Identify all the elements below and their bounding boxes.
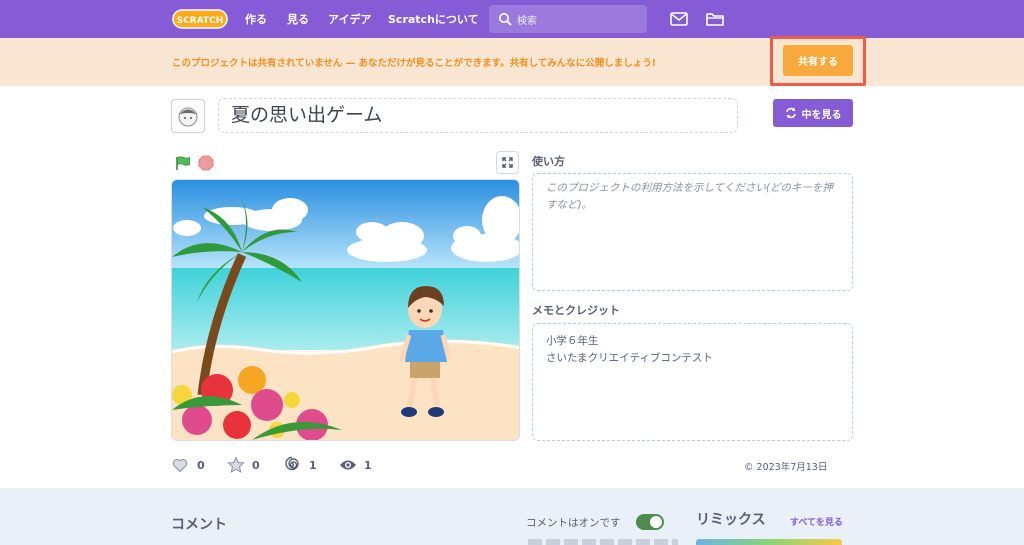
search-placeholder: 検索: [517, 16, 537, 27]
nav-explore[interactable]: 見る: [287, 11, 309, 27]
remix-icon: [785, 107, 796, 119]
notes-label: メモとクレジット: [532, 304, 620, 317]
instructions-placeholder: このプロジェクトの利用方法を示してください(どのキーを押すなど)。: [546, 182, 833, 211]
folder-icon[interactable]: [705, 10, 725, 28]
heart-icon[interactable]: [171, 456, 189, 474]
stop-icon[interactable]: [198, 155, 214, 171]
top-navbar: SCRATCH 作る 見る アイデア Scratchについて 検索: [0, 0, 1024, 38]
eye-icon: [340, 460, 356, 470]
comments-title: コメント: [171, 517, 227, 533]
copyright-icon: ©: [744, 462, 754, 473]
banner-message: このプロジェクトは共有されていません — あなただけが見ることができます。共有し…: [172, 58, 657, 69]
avatar-face-icon: [178, 107, 198, 127]
notes-line: 小学６年生: [546, 335, 599, 347]
svg-text:SCRATCH: SCRATCH: [177, 16, 224, 26]
not-shared-banner: このプロジェクトは共有されていません — あなただけが見ることができます。共有し…: [0, 38, 1024, 86]
comments-section: [0, 488, 1024, 545]
see-inside-label: 中を見る: [801, 109, 842, 121]
nav-about[interactable]: Scratchについて: [388, 11, 479, 27]
share-button[interactable]: 共有する: [783, 45, 853, 76]
avatar[interactable]: [171, 99, 205, 133]
fullscreen-button[interactable]: [496, 151, 519, 174]
project-date: © 2023年7月13日: [744, 459, 827, 473]
search-icon: [499, 13, 512, 26]
spiral-icon: [285, 456, 299, 471]
nav-create[interactable]: 作る: [245, 11, 267, 27]
favorites-count: 0: [252, 459, 260, 472]
instructions-label: 使い方: [532, 155, 565, 168]
remix-thumbnail-cutoff[interactable]: [696, 539, 842, 545]
notes-line: さいたまクリエイティブコンテスト: [546, 352, 713, 364]
see-inside-button[interactable]: 中を見る: [773, 99, 853, 127]
mail-icon[interactable]: [669, 10, 689, 28]
comment-text-cutoff: [528, 539, 678, 545]
views-count: 1: [364, 459, 372, 472]
remixes-count: 1: [309, 459, 317, 472]
star-icon[interactable]: [227, 456, 245, 474]
instructions-textarea[interactable]: このプロジェクトの利用方法を示してください(どのキーを押すなど)。: [532, 173, 853, 291]
see-all-remixes-link[interactable]: すべてを見る: [790, 515, 843, 528]
project-title-input[interactable]: 夏の思い出ゲーム: [218, 98, 738, 133]
fullscreen-icon: [502, 157, 513, 168]
green-flag-icon[interactable]: [174, 155, 190, 171]
toggle-knob: [650, 516, 662, 528]
remix-title: リミックス: [696, 512, 766, 528]
comments-toggle[interactable]: [636, 514, 664, 530]
comments-toggle-label: コメントはオンです: [526, 517, 621, 529]
scratch-logo[interactable]: SCRATCH: [172, 8, 228, 30]
project-stage[interactable]: [171, 179, 520, 441]
loves-count: 0: [197, 459, 205, 472]
date-text: 2023年7月13日: [756, 462, 828, 473]
nav-ideas[interactable]: アイデア: [328, 11, 371, 27]
beach-scene-illustration: [172, 180, 519, 440]
notes-textarea[interactable]: 小学６年生 さいたまクリエイティブコンテスト: [532, 323, 853, 441]
search-input[interactable]: 検索: [489, 5, 647, 33]
